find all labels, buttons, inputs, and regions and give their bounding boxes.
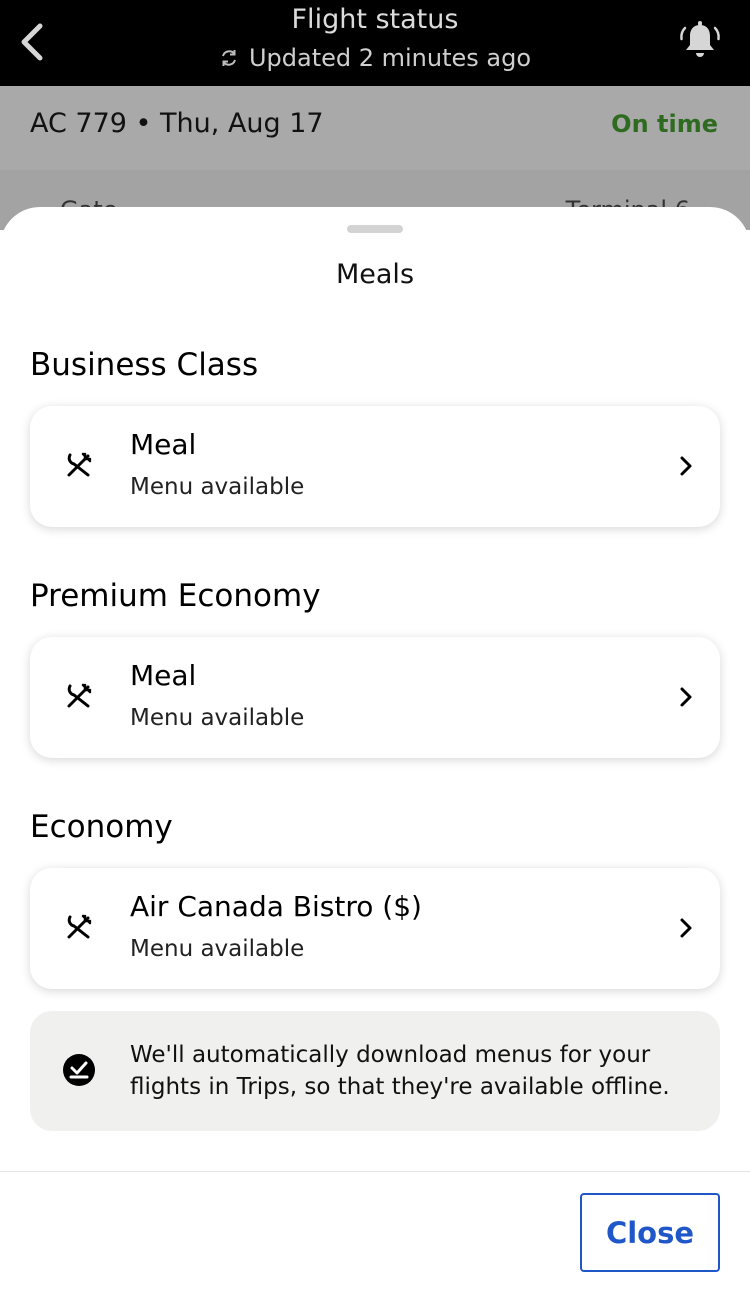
app-header: Flight status Updated 2 minutes ago bbox=[0, 0, 750, 86]
meal-card-economy[interactable]: Air Canada Bistro ($) Menu available bbox=[30, 868, 720, 989]
flight-summary-bar: AC 779 • Thu, Aug 17 On time bbox=[0, 86, 750, 170]
meal-card-subtitle: Menu available bbox=[130, 936, 305, 962]
utensils-icon bbox=[67, 452, 92, 477]
sheet-drag-handle[interactable] bbox=[347, 225, 403, 233]
flight-id: AC 779 • Thu, Aug 17 bbox=[30, 108, 324, 139]
section-title-business: Business Class bbox=[30, 347, 259, 383]
updated-text: Updated 2 minutes ago bbox=[248, 44, 532, 72]
meal-card-title: Meal bbox=[130, 659, 197, 692]
close-button[interactable]: Close bbox=[580, 1193, 720, 1272]
meal-card-subtitle: Menu available bbox=[130, 705, 305, 731]
utensils-icon bbox=[67, 683, 92, 708]
meal-card-title: Meal bbox=[130, 428, 197, 461]
meal-card-title: Air Canada Bistro ($) bbox=[130, 890, 422, 923]
sheet-title: Meals bbox=[335, 259, 415, 290]
flight-status-screen: Flight status Updated 2 minutes ago AC 7… bbox=[0, 0, 750, 1291]
chevron-right-icon bbox=[680, 918, 692, 938]
sheet-footer: Close bbox=[0, 1171, 750, 1291]
chevron-right-icon bbox=[680, 687, 692, 707]
notifications-button[interactable] bbox=[678, 16, 722, 64]
download-check-icon bbox=[63, 1054, 95, 1086]
meal-card-premium-economy[interactable]: Meal Menu available bbox=[30, 637, 720, 758]
bell-icon bbox=[680, 21, 720, 57]
section-title-premium-economy: Premium Economy bbox=[30, 578, 321, 614]
meal-card-subtitle: Menu available bbox=[130, 474, 305, 500]
meal-card-business[interactable]: Meal Menu available bbox=[30, 406, 720, 527]
page-title: Flight status bbox=[291, 4, 459, 35]
refresh-icon bbox=[221, 50, 236, 66]
offline-notice: We'll automatically download menus for y… bbox=[30, 1011, 720, 1131]
meals-sheet: Meals Business Class Meal Menu available… bbox=[0, 207, 750, 1291]
section-title-economy: Economy bbox=[30, 809, 173, 845]
chevron-right-icon bbox=[680, 456, 692, 476]
utensils-icon bbox=[67, 914, 92, 939]
flight-status-badge: On time bbox=[611, 110, 718, 138]
update-status: Updated 2 minutes ago bbox=[0, 44, 750, 72]
offline-notice-text: We'll automatically download menus for y… bbox=[130, 1042, 670, 1100]
